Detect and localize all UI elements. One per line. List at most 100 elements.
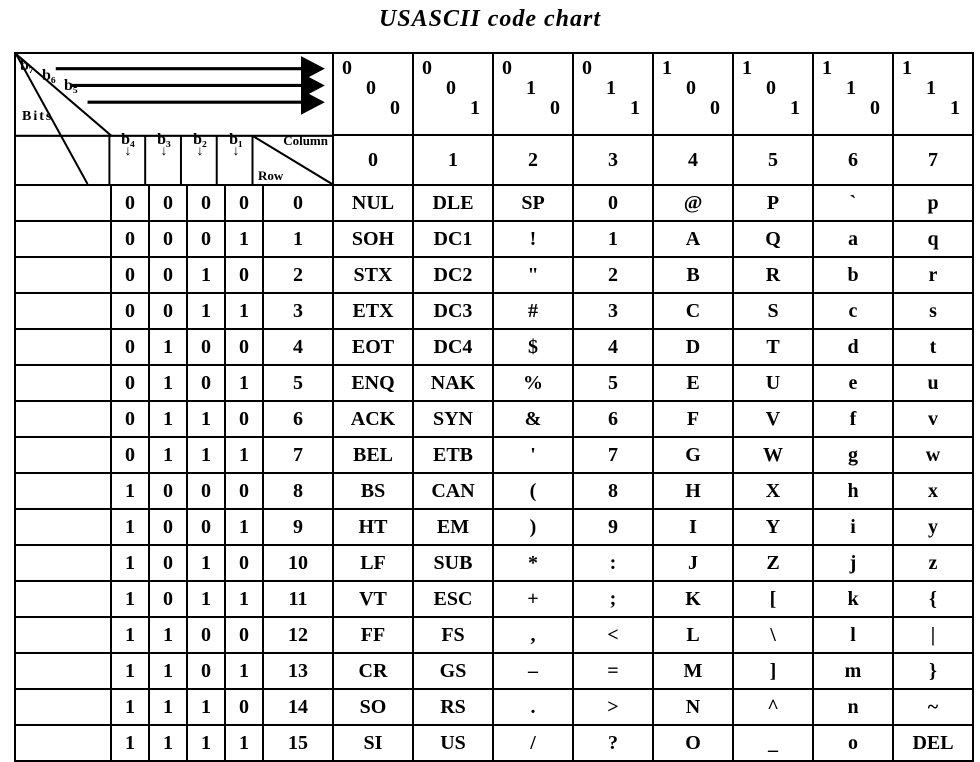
bit-cell: 1 xyxy=(226,222,264,256)
row-header: 111115 xyxy=(15,725,333,761)
ascii-cell: LF xyxy=(333,545,413,581)
row-header: 111014 xyxy=(15,689,333,725)
row-number: 5 xyxy=(264,366,332,400)
ascii-cell: % xyxy=(493,365,573,401)
ascii-cell: < xyxy=(573,617,653,653)
table-row: 01015ENQNAK%5EUeu xyxy=(15,365,973,401)
bit-label-b7: b₇ xyxy=(20,58,34,74)
ascii-cell: t xyxy=(893,329,973,365)
bit-cell: 0 xyxy=(188,222,226,256)
bit-cell: 1 xyxy=(150,330,188,364)
ascii-cell: SI xyxy=(333,725,413,761)
ascii-cell: EM xyxy=(413,509,493,545)
ascii-cell: ^ xyxy=(733,689,813,725)
row-number: 4 xyxy=(264,330,332,364)
ascii-cell: [ xyxy=(733,581,813,617)
bit-cell: 0 xyxy=(150,294,188,328)
col-num-1: 1 xyxy=(413,135,493,185)
ascii-cell: " xyxy=(493,257,573,293)
table-row: 10019HTEM)9IYiy xyxy=(15,509,973,545)
row-header: 101111 xyxy=(15,581,333,617)
ascii-cell: A xyxy=(653,221,733,257)
ascii-cell: SYN xyxy=(413,401,493,437)
ascii-cell: CR xyxy=(333,653,413,689)
ascii-cell: ENQ xyxy=(333,365,413,401)
bit-cell: 1 xyxy=(226,294,264,328)
bit-cell: 1 xyxy=(226,582,264,616)
ascii-cell: P xyxy=(733,185,813,221)
table-row: 111115SIUS/?O_oDEL xyxy=(15,725,973,761)
ascii-cell: STX xyxy=(333,257,413,293)
ascii-cell: ACK xyxy=(333,401,413,437)
row-number: 15 xyxy=(264,726,332,760)
ascii-cell: SP xyxy=(493,185,573,221)
bit-cell: 1 xyxy=(112,510,150,544)
ascii-cell: > xyxy=(573,689,653,725)
row-header: 00113 xyxy=(15,293,333,329)
ascii-cell: ( xyxy=(493,473,573,509)
bit-cell: 0 xyxy=(150,474,188,508)
row-header: 10008 xyxy=(15,473,333,509)
row-number: 11 xyxy=(264,582,332,616)
ascii-cell: s xyxy=(893,293,973,329)
bit-cell: 0 xyxy=(150,510,188,544)
ascii-cell: D xyxy=(653,329,733,365)
ascii-cell: , xyxy=(493,617,573,653)
ascii-cell: SUB xyxy=(413,545,493,581)
ascii-cell: EOT xyxy=(333,329,413,365)
row-header: 10019 xyxy=(15,509,333,545)
bit-cell: 0 xyxy=(188,366,226,400)
ascii-cell: C xyxy=(653,293,733,329)
ascii-cell: Z xyxy=(733,545,813,581)
ascii-cell: M xyxy=(653,653,733,689)
bit-cell: 0 xyxy=(226,330,264,364)
table-row: 111014SORS.>N^n~ xyxy=(15,689,973,725)
bit-cell: 1 xyxy=(188,294,226,328)
ascii-cell: BS xyxy=(333,473,413,509)
bit-label-b5: b₅ xyxy=(64,78,78,94)
ascii-cell: 6 xyxy=(573,401,653,437)
row-label: Row xyxy=(258,169,283,182)
ascii-cell: B xyxy=(653,257,733,293)
bit-cell: 1 xyxy=(150,366,188,400)
bit-cell: 0 xyxy=(226,474,264,508)
ascii-cell: } xyxy=(893,653,973,689)
ascii-cell: T xyxy=(733,329,813,365)
ascii-cell: X xyxy=(733,473,813,509)
table-row: 10008BSCAN(8HXhx xyxy=(15,473,973,509)
ascii-cell: 4 xyxy=(573,329,653,365)
ascii-cell: F xyxy=(653,401,733,437)
row-number: 10 xyxy=(264,546,332,580)
bit-cell: 0 xyxy=(188,510,226,544)
bit-cell: 0 xyxy=(112,186,150,220)
ascii-cell: VT xyxy=(333,581,413,617)
ascii-cell: FS xyxy=(413,617,493,653)
row-number: 7 xyxy=(264,438,332,472)
ascii-cell: v xyxy=(893,401,973,437)
ascii-cell: RS xyxy=(413,689,493,725)
row-number: 9 xyxy=(264,510,332,544)
table-row: 110012FFFS,<L\l| xyxy=(15,617,973,653)
bit-cell: 0 xyxy=(226,690,264,724)
ascii-cell: c xyxy=(813,293,893,329)
ascii-cell: l xyxy=(813,617,893,653)
ascii-cell: – xyxy=(493,653,573,689)
ascii-cell: ETX xyxy=(333,293,413,329)
ascii-cell: _ xyxy=(733,725,813,761)
ascii-cell: @ xyxy=(653,185,733,221)
ascii-cell: SO xyxy=(333,689,413,725)
bit-cell: 0 xyxy=(188,186,226,220)
ascii-cell: E xyxy=(653,365,733,401)
ascii-cell: ESC xyxy=(413,581,493,617)
ascii-cell: p xyxy=(893,185,973,221)
bit-cell: 1 xyxy=(226,654,264,688)
row-header: 01106 xyxy=(15,401,333,437)
bit-cell: 1 xyxy=(150,402,188,436)
ascii-cell: 3 xyxy=(573,293,653,329)
row-number: 14 xyxy=(264,690,332,724)
row-number: 8 xyxy=(264,474,332,508)
ascii-cell: a xyxy=(813,221,893,257)
ascii-cell: V xyxy=(733,401,813,437)
bit-cell: 0 xyxy=(226,258,264,292)
ascii-cell: z xyxy=(893,545,973,581)
